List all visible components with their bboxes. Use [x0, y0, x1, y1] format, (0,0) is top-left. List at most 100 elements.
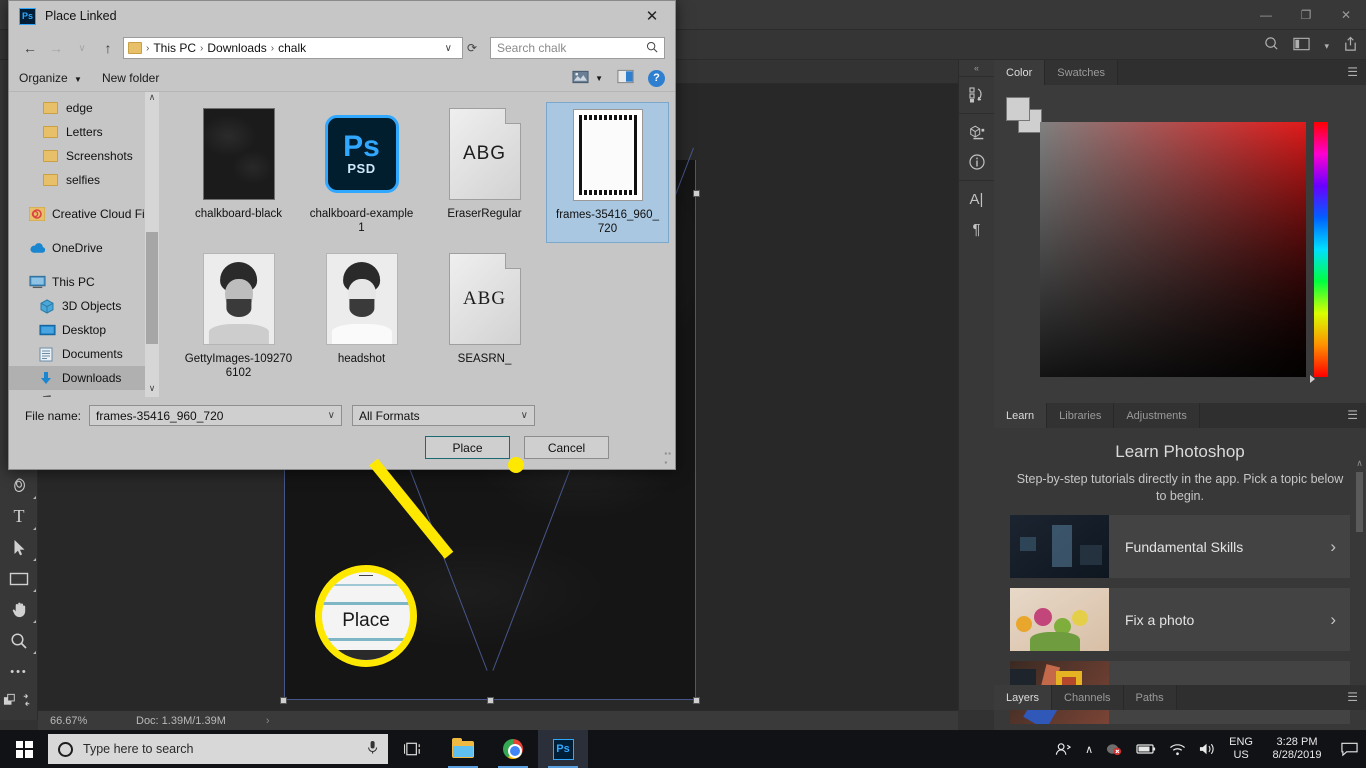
task-view-button[interactable] — [388, 730, 438, 768]
tree-item-documents[interactable]: Documents — [9, 342, 159, 366]
back-button[interactable]: ← — [19, 37, 41, 59]
tab-paths[interactable]: Paths — [1123, 685, 1177, 710]
zoom-tool[interactable] — [0, 625, 38, 656]
learn-panel-scrollbar[interactable]: ∧ ∨ — [1355, 458, 1364, 708]
search-input[interactable]: Search chalk — [490, 37, 665, 59]
close-button[interactable]: ✕ — [1326, 0, 1366, 30]
scroll-down-icon[interactable]: ∨ — [145, 383, 159, 397]
info-icon[interactable] — [959, 147, 994, 177]
scroll-up-icon[interactable]: ∧ — [1355, 458, 1364, 469]
learn-panel-menu-icon[interactable]: ☰ — [1347, 409, 1358, 421]
breadcrumb-chalk[interactable]: chalk — [275, 41, 309, 55]
share-icon[interactable] — [1343, 36, 1358, 57]
scroll-thumb[interactable] — [146, 232, 158, 344]
microphone-icon[interactable] — [367, 740, 378, 758]
quick-mask-icon[interactable] — [0, 687, 38, 713]
file-item-seasrn[interactable]: ABG SEASRN_ — [423, 247, 546, 386]
chevron-down-icon[interactable]: ∨ — [521, 410, 528, 421]
tree-item-downloads[interactable]: Downloads — [9, 366, 159, 390]
file-item-frames-35416[interactable]: frames-35416_960_720 — [546, 102, 669, 243]
tab-libraries[interactable]: Libraries — [1047, 403, 1115, 428]
color-swatch-pair[interactable] — [1006, 97, 1042, 133]
tab-color[interactable]: Color — [994, 60, 1046, 85]
file-item-chalkboard-example1[interactable]: Ps PSD chalkboard-example1 — [300, 102, 423, 243]
antivirus-alert-icon[interactable] — [1106, 742, 1123, 757]
refresh-icon[interactable]: ⟳ — [467, 41, 480, 55]
path-selection-tool[interactable] — [0, 532, 38, 563]
start-button[interactable] — [0, 730, 48, 768]
preview-pane-icon[interactable] — [617, 69, 634, 87]
tree-item-selfies[interactable]: selfies — [9, 168, 159, 192]
color-panel-menu-icon[interactable]: ☰ — [1347, 66, 1358, 78]
battery-icon[interactable] — [1136, 743, 1156, 755]
history-icon[interactable] — [959, 80, 994, 110]
forward-button[interactable]: → — [45, 37, 67, 59]
hand-tool[interactable] — [0, 594, 38, 625]
organize-button[interactable]: Organize ▼ — [19, 71, 102, 85]
file-item-eraserregular[interactable]: ABG EraserRegular — [423, 102, 546, 243]
action-center-icon[interactable] — [1341, 742, 1358, 757]
3d-icon[interactable] — [959, 117, 994, 147]
collapse-panels-icon[interactable]: « — [959, 60, 994, 76]
file-name-input[interactable]: frames-35416_960_720 ∨ — [89, 405, 342, 426]
tree-item-music[interactable]: Music — [9, 390, 159, 397]
tree-item-this-pc[interactable]: This PC — [9, 270, 159, 294]
workspace-icon[interactable] — [1293, 37, 1311, 56]
tab-swatches[interactable]: Swatches — [1045, 60, 1118, 85]
tab-channels[interactable]: Channels — [1052, 685, 1124, 710]
place-button[interactable]: Place — [425, 436, 510, 459]
learn-card-fundamental-skills[interactable]: Fundamental Skills › — [1010, 515, 1350, 578]
language-indicator[interactable]: ENG US — [1229, 736, 1253, 762]
search-icon[interactable] — [1264, 36, 1279, 56]
transform-handle-br[interactable] — [693, 697, 700, 704]
taskbar-search-box[interactable]: Type here to search — [48, 734, 388, 764]
chevron-down-icon[interactable]: ▾ — [1324, 41, 1329, 52]
new-folder-button[interactable]: New folder — [102, 71, 179, 85]
recent-locations-icon[interactable]: ∨ — [71, 37, 93, 59]
more-tools-icon[interactable]: ••• — [0, 656, 38, 687]
file-item-headshot[interactable]: headshot — [300, 247, 423, 386]
file-explorer-button[interactable] — [438, 730, 488, 768]
show-hidden-icons-chevron[interactable]: ∧ — [1085, 743, 1093, 756]
cancel-button[interactable]: Cancel — [524, 436, 609, 459]
up-one-level-button[interactable]: ↑ — [97, 37, 119, 59]
type-tool[interactable]: T — [0, 501, 38, 532]
tree-item-3d-objects[interactable]: 3D Objects — [9, 294, 159, 318]
file-item-gettyimages[interactable]: GettyImages-1092706102 — [177, 247, 300, 386]
dialog-close-button[interactable]: ✕ — [629, 1, 675, 31]
tab-adjustments[interactable]: Adjustments — [1114, 403, 1200, 428]
scroll-thumb[interactable] — [1356, 472, 1363, 532]
paragraph-icon[interactable]: ¶ — [959, 214, 994, 244]
transform-handle-bl[interactable] — [280, 697, 287, 704]
breadcrumb-this-pc[interactable]: This PC — [150, 41, 199, 55]
tree-scrollbar[interactable]: ∧ ∨ — [145, 92, 159, 397]
learn-card-fix-a-photo[interactable]: Fix a photo › — [1010, 588, 1350, 651]
volume-icon[interactable] — [1199, 742, 1216, 756]
character-icon[interactable]: A| — [959, 184, 994, 214]
photoshop-button[interactable]: Ps — [538, 730, 588, 768]
tree-item-desktop[interactable]: Desktop — [9, 318, 159, 342]
scroll-up-icon[interactable]: ∧ — [145, 92, 159, 106]
transform-handle-tr[interactable] — [693, 190, 700, 197]
resize-grip-icon[interactable]: ▪▪ ▪ — [664, 449, 672, 467]
chevron-down-icon[interactable]: ∨ — [328, 410, 335, 421]
minimize-button[interactable]: — — [1246, 0, 1286, 30]
tree-item-letters[interactable]: Letters — [9, 120, 159, 144]
tree-item-creative-cloud-files[interactable]: Creative Cloud Fil — [9, 202, 159, 226]
status-expand-icon[interactable]: › — [226, 715, 270, 727]
address-dropdown-icon[interactable]: ∨ — [439, 43, 458, 54]
transform-handle-bc[interactable] — [487, 697, 494, 704]
hue-ramp[interactable] — [1314, 122, 1328, 377]
people-icon[interactable] — [1055, 742, 1072, 757]
file-format-select[interactable]: All Formats ∨ — [352, 405, 535, 426]
tab-layers[interactable]: Layers — [994, 685, 1053, 710]
place-linked-dialog[interactable]: Ps Place Linked ✕ ← → ∨ ↑ › This PC › Do… — [8, 0, 676, 470]
clock[interactable]: 3:28 PM 8/28/2019 — [1266, 736, 1328, 762]
chrome-button[interactable] — [488, 730, 538, 768]
chevron-down-icon[interactable]: ▼ — [595, 74, 603, 83]
tree-item-edge[interactable]: edge — [9, 96, 159, 120]
pen-tool[interactable] — [0, 470, 38, 501]
rectangle-tool[interactable] — [0, 563, 38, 594]
wifi-icon[interactable] — [1169, 743, 1186, 756]
help-button[interactable]: ? — [648, 69, 665, 87]
